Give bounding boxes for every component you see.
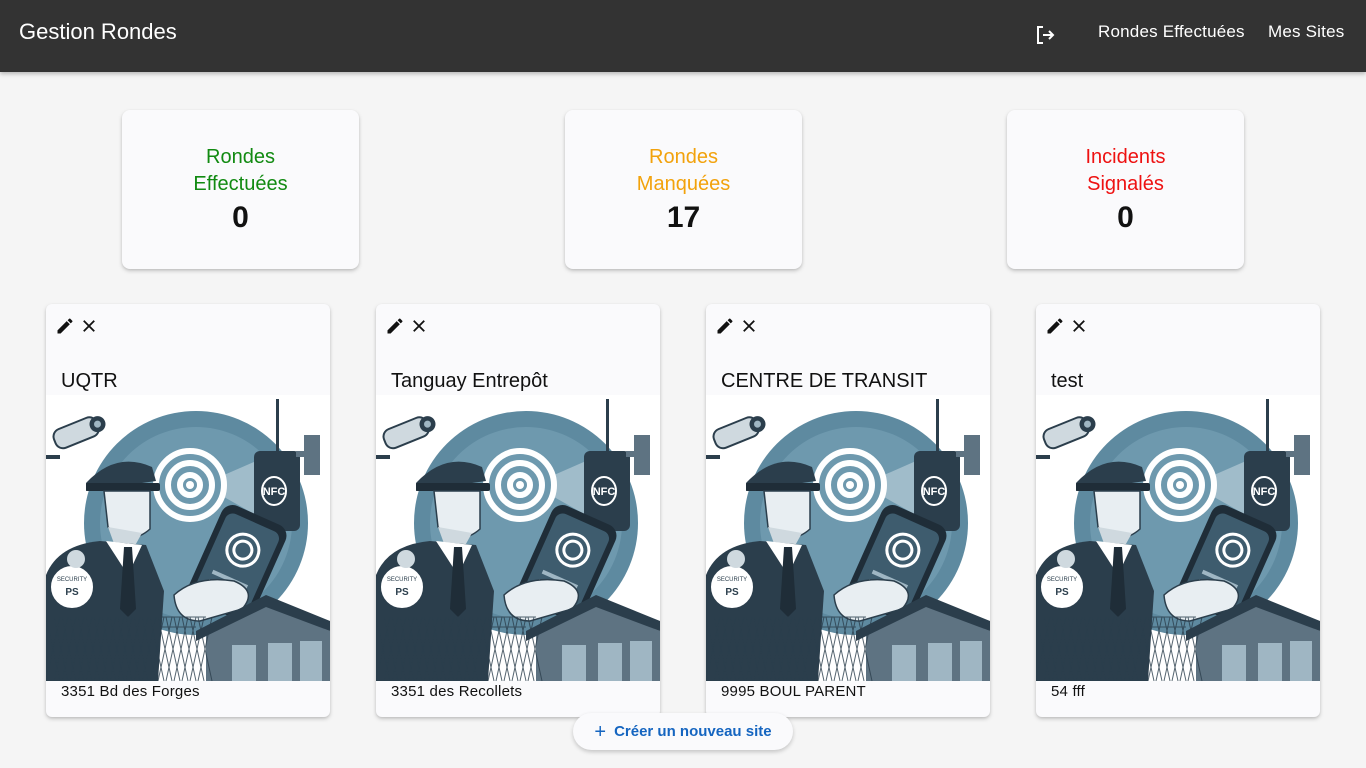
edit-site-button[interactable] <box>1044 315 1066 337</box>
edit-site-button[interactable] <box>384 315 406 337</box>
stat-card-rondes-manquees: Rondes Manquées 17 <box>565 110 802 269</box>
close-icon <box>83 320 95 332</box>
site-card[interactable]: CENTRE DE TRANSIT NFC SECURITY PS 9995 B… <box>706 304 990 717</box>
close-icon <box>743 320 755 332</box>
svg-text:NFC: NFC <box>1253 486 1276 498</box>
edit-site-button[interactable] <box>54 315 76 337</box>
app-title: Gestion Rondes <box>19 19 177 44</box>
edit-site-button[interactable] <box>714 315 736 337</box>
card-actions <box>1044 315 1090 337</box>
site-card[interactable]: Tanguay Entrepôt NFC SECURITY PS 3351 de… <box>376 304 660 717</box>
site-address: 3351 des Recollets <box>391 683 523 700</box>
site-name: UQTR <box>61 370 118 392</box>
svg-text:NFC: NFC <box>593 486 616 498</box>
svg-text:SECURITY: SECURITY <box>387 577 417 583</box>
delete-site-button[interactable] <box>78 315 100 337</box>
site-name: CENTRE DE TRANSIT <box>721 370 928 392</box>
stat-value: 0 <box>232 201 249 234</box>
svg-text:PS: PS <box>725 587 739 598</box>
delete-site-button[interactable] <box>1068 315 1090 337</box>
site-address: 3351 Bd des Forges <box>61 683 200 700</box>
card-actions <box>714 315 760 337</box>
close-icon <box>413 320 425 332</box>
close-icon <box>1073 320 1085 332</box>
svg-text:PS: PS <box>65 587 79 598</box>
stat-label: Rondes Manquées <box>636 146 731 195</box>
nav-mes-sites[interactable]: Mes Sites <box>1268 22 1344 42</box>
svg-text:NFC: NFC <box>923 486 946 498</box>
app-bar: Gestion Rondes Rondes Effectuées Mes Sit… <box>0 0 1366 72</box>
svg-text:SECURITY: SECURITY <box>57 577 87 583</box>
pencil-icon <box>1047 318 1063 334</box>
stat-label: Rondes Effectuées <box>193 146 288 195</box>
site-image: NFC SECURITY PS <box>706 395 990 681</box>
site-card[interactable]: test NFC SECURITY PS 54 fff <box>1036 304 1320 717</box>
site-card[interactable]: UQTR NFC SECURITY PS 3351 Bd des Forges <box>46 304 330 717</box>
site-address: 9995 BOUL PARENT <box>721 683 866 700</box>
svg-text:SECURITY: SECURITY <box>717 577 747 583</box>
stat-label: Incidents Signalés <box>1085 146 1166 195</box>
create-site-button[interactable]: + Créer un nouveau site <box>573 713 793 750</box>
nav-rondes-effectuees[interactable]: Rondes Effectuées <box>1098 22 1245 42</box>
site-image: NFC SECURITY PS <box>1036 395 1320 681</box>
stat-card-incidents-signales: Incidents Signalés 0 <box>1007 110 1244 269</box>
site-address: 54 fff <box>1051 683 1086 700</box>
pencil-icon <box>387 318 403 334</box>
svg-text:SECURITY: SECURITY <box>1047 577 1077 583</box>
stat-card-rondes-effectuees: Rondes Effectuées 0 <box>122 110 359 269</box>
card-actions <box>54 315 100 337</box>
site-image: NFC SECURITY PS <box>376 395 660 681</box>
site-name: test <box>1051 370 1084 392</box>
delete-site-button[interactable] <box>408 315 430 337</box>
logout-button[interactable] <box>1030 20 1060 50</box>
plus-icon: + <box>594 720 607 743</box>
svg-text:NFC: NFC <box>263 486 286 498</box>
svg-text:PS: PS <box>395 587 409 598</box>
stat-value: 0 <box>1117 201 1134 234</box>
logout-icon <box>1037 26 1055 44</box>
pencil-icon <box>57 318 73 334</box>
stat-value: 17 <box>666 201 701 234</box>
site-name: Tanguay Entrepôt <box>391 370 548 392</box>
pencil-icon <box>717 318 733 334</box>
card-actions <box>384 315 430 337</box>
delete-site-button[interactable] <box>738 315 760 337</box>
svg-text:PS: PS <box>1055 587 1069 598</box>
site-image: NFC SECURITY PS <box>46 395 330 681</box>
create-site-label: Créer un nouveau site <box>614 723 772 740</box>
